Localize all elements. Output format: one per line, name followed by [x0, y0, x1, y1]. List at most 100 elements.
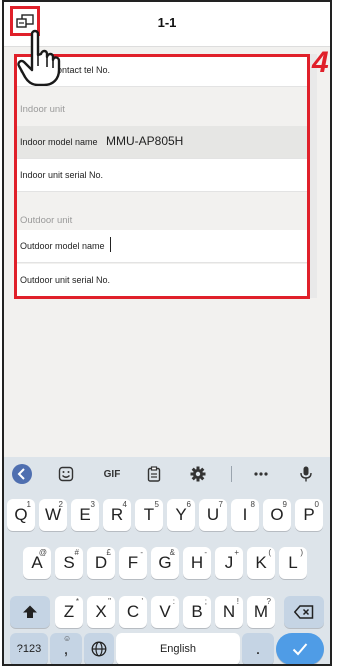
key-secondary-label: * [75, 597, 79, 606]
key-secondary-label: 4 [122, 500, 127, 509]
key-x[interactable]: X " [87, 596, 115, 628]
key-secondary-label: 1 [26, 500, 31, 509]
checkmark-icon [292, 643, 308, 656]
key-s[interactable]: S # [55, 547, 83, 579]
space-bar[interactable]: English [116, 633, 240, 664]
key-secondary-label: 9 [282, 500, 287, 509]
key-label: L [288, 553, 298, 572]
key-d[interactable]: D £ [87, 547, 115, 579]
key-q[interactable]: Q1 [7, 499, 35, 531]
key-secondary-label: 8 [250, 500, 255, 509]
key-e[interactable]: E3 [71, 499, 99, 531]
key-a[interactable]: A @ [23, 547, 51, 579]
key-w[interactable]: W2 [39, 499, 67, 531]
key-label: T [143, 505, 155, 524]
key-secondary-label: ( [268, 548, 271, 557]
clipboard-button[interactable] [144, 464, 164, 484]
key-m[interactable]: M? [247, 596, 275, 628]
key-g[interactable]: G & [151, 547, 179, 579]
key-f[interactable]: F- [119, 547, 147, 579]
key-l[interactable]: L) [279, 547, 307, 579]
key-i[interactable]: I8 [231, 499, 259, 531]
scrollbar[interactable] [310, 54, 317, 298]
backspace-key[interactable] [284, 596, 324, 628]
shift-key[interactable] [10, 596, 50, 628]
key-label: N [222, 602, 236, 621]
key-secondary-label: 0 [314, 500, 319, 509]
key-o[interactable]: O9 [263, 499, 291, 531]
more-options-button[interactable] [250, 464, 272, 484]
key-secondary-label: @ [38, 548, 47, 557]
key-c[interactable]: C ' [119, 596, 147, 628]
key-r[interactable]: R4 [103, 499, 131, 531]
symbols-key[interactable]: ?123 [10, 633, 48, 664]
collapse-button[interactable] [12, 464, 32, 484]
callout-number: 4 [312, 46, 329, 79]
key-label: B [191, 602, 203, 621]
chevron-left-icon [12, 464, 32, 484]
clipboard-icon [147, 466, 161, 482]
toolbar-divider [230, 464, 232, 484]
key-label: H [190, 553, 204, 572]
key-label: Z [63, 602, 75, 621]
emoji-button[interactable] [56, 464, 76, 484]
key-k[interactable]: K( [247, 547, 275, 579]
page-title: 1-1 [157, 15, 177, 30]
key-j[interactable]: J + [215, 547, 243, 579]
key-n[interactable]: N! [215, 596, 243, 628]
key-secondary-label: 5 [154, 500, 159, 509]
key-label: K [255, 553, 267, 572]
voice-input-button[interactable] [296, 464, 316, 484]
key-h[interactable]: H- [183, 547, 211, 579]
key-label: X [95, 602, 107, 621]
key-z[interactable]: Z * [55, 596, 83, 628]
key-label: D [94, 553, 108, 572]
key-secondary-label: ' [141, 597, 143, 606]
key-secondary-label: # [74, 548, 79, 557]
key-label: P [303, 505, 315, 524]
key-label: U [206, 505, 220, 524]
key-y[interactable]: Y6 [167, 499, 195, 531]
key-v[interactable]: V: [151, 596, 179, 628]
settings-button[interactable] [188, 464, 208, 484]
comma-key[interactable]: , ☺ [50, 633, 82, 664]
period-key[interactable]: . [242, 633, 274, 664]
key-b[interactable]: B; [183, 596, 211, 628]
window-switch-icon [16, 13, 34, 28]
key-label: Y [175, 505, 187, 524]
key-secondary-label: & [169, 548, 175, 557]
key-p[interactable]: P0 [295, 499, 323, 531]
key-secondary-label: £ [106, 548, 111, 557]
key-t[interactable]: T5 [135, 499, 163, 531]
shift-icon [23, 605, 37, 618]
more-horizontal-icon [254, 472, 268, 476]
backspace-icon [293, 605, 314, 619]
key-secondary-label: " [108, 597, 111, 606]
key-secondary-label: - [140, 548, 143, 557]
phone-screen: 1-1 Service contact tel No. Indoor unit … [2, 0, 332, 666]
key-secondary-label: 7 [218, 500, 223, 509]
key-secondary-label: ! [236, 597, 239, 606]
tap-hand-icon [17, 29, 61, 86]
gif-button[interactable]: GIF [100, 464, 124, 484]
key-secondary-label: 6 [186, 500, 191, 509]
key-label: S [63, 553, 75, 572]
key-secondary-label: ? [266, 597, 271, 606]
language-key[interactable] [84, 633, 114, 664]
key-secondary-label: + [234, 548, 239, 557]
key-label: R [110, 505, 124, 524]
microphone-icon [300, 466, 312, 482]
key-label: F [127, 553, 139, 572]
keyboard-toolbar: GIF [4, 457, 330, 491]
key-secondary-label: 2 [58, 500, 63, 509]
key-label: C [126, 602, 140, 621]
key-secondary-label: ) [300, 548, 303, 557]
enter-key[interactable] [276, 633, 324, 664]
key-secondary-label: ; [204, 597, 207, 606]
onscreen-keyboard: GIF Q1W2E3R4T5Y6U7I8O9P0 A @ S # D £ F - G & H - J + K… [4, 457, 330, 664]
globe-icon [91, 641, 107, 657]
key-label: E [79, 505, 91, 524]
callout-highlight-box [14, 54, 310, 299]
key-u[interactable]: U7 [199, 499, 227, 531]
key-label: V [159, 602, 171, 621]
